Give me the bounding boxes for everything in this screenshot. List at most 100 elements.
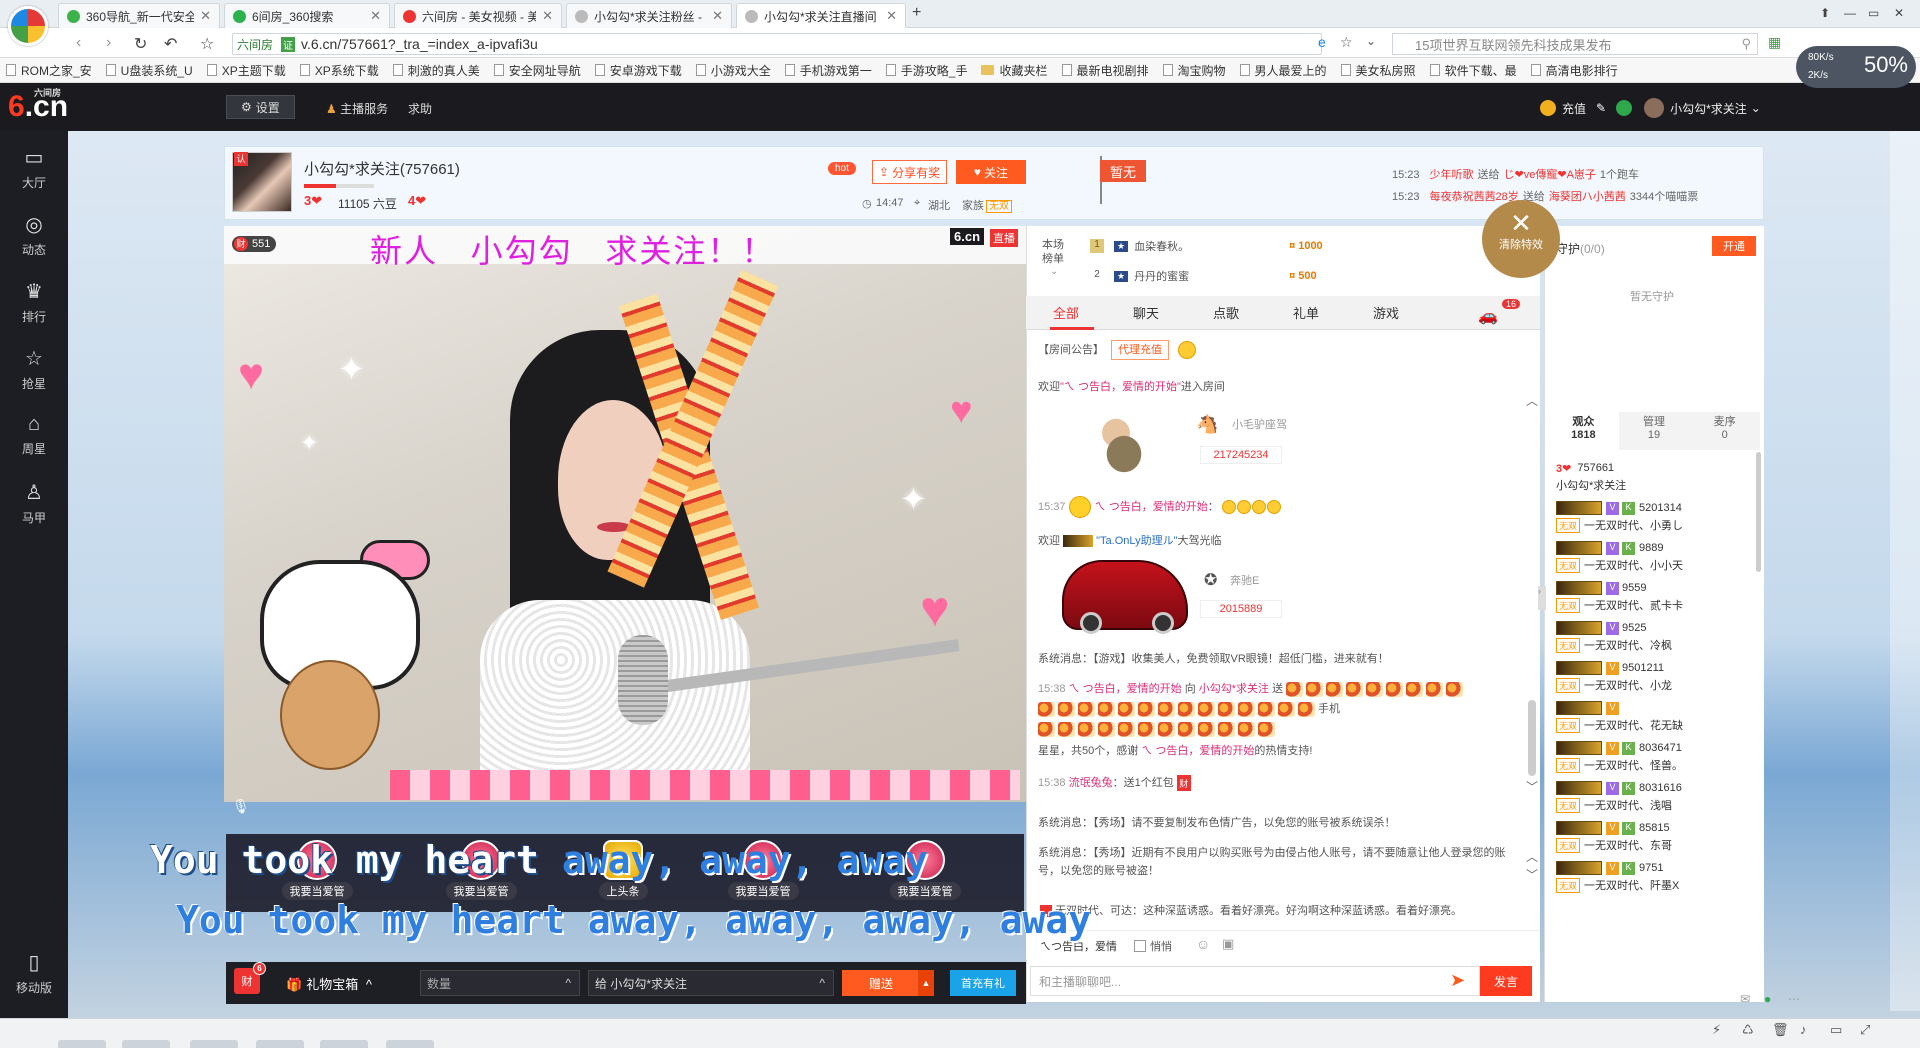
user-name[interactable]: 小勾勾*求关注 (1670, 100, 1747, 117)
bookmark-item[interactable]: 美女私房照 (1340, 62, 1416, 79)
zoom-icon[interactable]: ⤢ (1860, 1022, 1870, 1038)
audience-item[interactable]: V K 9751 无双 一无双时代、阡墨X (1556, 860, 1756, 894)
nav-item-0[interactable]: ▭ 大厅 (0, 135, 68, 201)
edit-icon[interactable]: ✎ (1596, 101, 1606, 115)
bookmark-item[interactable]: 安全网址导航 (493, 62, 581, 79)
gift-ticker-row[interactable]: 15:23 少年听歌 送给 じ❤ve傳寵❤A崽子 1个跑车 (1392, 166, 1639, 182)
ie-mode-icon[interactable]: e (1318, 34, 1326, 50)
taskbar-item[interactable] (58, 1040, 106, 1048)
network-speed-widget[interactable]: 80K/s 2K/s 50% (1796, 46, 1916, 88)
rank-row[interactable]: 2 ★ 丹丹的蜜蜜 ¤ 500 (1090, 268, 1316, 284)
nav-item-6[interactable]: ▯ 移动版 (0, 940, 68, 1006)
audience-item[interactable]: V 9501211 无双 一无双时代、小龙 (1556, 660, 1756, 694)
chat-tab-2[interactable]: 点歌 (1186, 303, 1266, 322)
bookmark-item[interactable]: 男人最爱上的 (1239, 62, 1327, 79)
taskbar-item[interactable] (256, 1040, 304, 1048)
mic-icon[interactable]: 🎙 (232, 798, 250, 815)
nav-item-5[interactable]: ♙ 马甲 (0, 470, 68, 536)
browser-logo-icon[interactable] (8, 6, 48, 46)
user-avatar[interactable] (1644, 98, 1665, 118)
chat-tab-1[interactable]: 聊天 (1106, 303, 1186, 322)
favorite-star-icon[interactable]: ☆ (1340, 34, 1353, 51)
user-menu-chevron-icon[interactable]: ⌄ (1751, 101, 1761, 115)
recharge-link[interactable]: 充值 (1562, 100, 1586, 117)
whisper-checkbox[interactable]: 悄悄 (1134, 938, 1172, 954)
chat-message-input[interactable]: 和主播聊聊吧... (1030, 966, 1480, 996)
audience-item[interactable]: V 9559 无双 一无双时代、贰卡卡 (1556, 580, 1756, 614)
fortune-badge[interactable]: 财 551 (232, 236, 277, 252)
back-icon[interactable]: ‹ (76, 34, 81, 52)
agent-recharge-button[interactable]: 代理充值 (1111, 340, 1170, 360)
open-guard-button[interactable]: 开通 (1712, 236, 1756, 256)
bookmark-item[interactable]: 手机游戏第一 (784, 62, 872, 79)
chevron-up-icon[interactable]: ︿ (1526, 392, 1538, 409)
bookmark-item[interactable]: 最新电视剧排 (1061, 62, 1149, 79)
undo-icon[interactable]: ↶ (164, 34, 177, 54)
browser-tab[interactable]: 小勾勾*求关注粉丝 - 小勾勾 ✕ (566, 3, 732, 28)
chevron-up-icon[interactable]: ^ (819, 976, 825, 990)
chevron-down-icon[interactable]: ﹀ (1526, 866, 1538, 883)
ticker-sender[interactable]: 每夜恭祝茜茜28岁 (1430, 191, 1519, 203)
more-icon[interactable]: ⋯ (1788, 992, 1800, 1006)
bookmark-item[interactable]: 高清电影排行 (1530, 62, 1618, 79)
bookmark-item[interactable]: 手游攻略_手 (885, 62, 967, 79)
chevron-up-icon[interactable]: ︿ (1526, 848, 1538, 865)
taskbar-item[interactable] (386, 1040, 434, 1048)
flash-icon[interactable]: ⚡ (1712, 1022, 1721, 1038)
cleanup-icon[interactable]: ♺ (1742, 1022, 1754, 1038)
msg-user-name[interactable]: ㄟ つ告白，爱情的开始 (1095, 501, 1208, 513)
ticker-sender[interactable]: 少年听歌 (1430, 169, 1474, 181)
browser-search-input[interactable]: 15项世界互联网领先科技成果发布 ⚲ (1392, 33, 1758, 55)
new-tab-icon[interactable]: + (912, 4, 921, 22)
chat-tab-0[interactable]: 全部 (1026, 303, 1106, 322)
mount-1-id[interactable]: 217245234 (1200, 446, 1282, 464)
msg-user-name[interactable]: ㄟ つ告白，爱情的开始 (1069, 683, 1182, 695)
clear-effects-button[interactable]: ✕ 清除特效 (1482, 200, 1560, 278)
bookmark-item[interactable]: XP系统下载 (299, 62, 379, 79)
family-area[interactable]: 家族 无双 (962, 197, 1012, 213)
browser-tab[interactable]: 6间房_360搜索 ✕ (224, 3, 390, 28)
msg-user-name[interactable]: 流氓兔兔 (1069, 777, 1113, 789)
ticker-receiver[interactable]: 海葵团ハ小茜茜 (1549, 191, 1626, 203)
window-icon[interactable]: ▭ (1830, 1022, 1842, 1038)
minimize-icon[interactable]: — (1844, 6, 1856, 20)
msg-recipient-name[interactable]: 小勾勾*求关注 (1199, 683, 1269, 695)
close-tab-icon[interactable]: ✕ (370, 8, 381, 24)
search-icon[interactable]: ⚲ (1741, 36, 1751, 52)
audience-item[interactable]: V 无双 一无双时代、花无缺 (1556, 700, 1756, 734)
volume-icon[interactable]: ♪ (1800, 1022, 1807, 1037)
fortune-gift-button[interactable]: 财 6 (234, 962, 266, 994)
share-button[interactable]: ⇪ 分享有奖 (872, 160, 948, 184)
bookmark-item[interactable]: ROM之家_安 (6, 62, 92, 79)
anchor-service-link[interactable]: ♟ 主播服务 (326, 100, 388, 117)
rank-expand-icon[interactable]: ⌄ (1050, 266, 1058, 277)
chat-scrollbar[interactable] (1528, 700, 1536, 776)
close-tab-icon[interactable]: ✕ (542, 8, 553, 24)
apps-grid-icon[interactable]: ▦ (1768, 34, 1781, 51)
bookmark-item[interactable]: XP主题下载 (206, 62, 286, 79)
close-tab-icon[interactable]: ✕ (886, 8, 897, 24)
audience-item[interactable]: V K 5201314 无双 一无双时代、小勇し (1556, 500, 1756, 534)
car-icon[interactable]: 🚗 (1478, 306, 1498, 326)
checkbox-icon[interactable] (1134, 940, 1146, 952)
rank-row[interactable]: 1 ★ 血染春秋。 ¤ 1000 (1090, 238, 1323, 254)
close-window-icon[interactable]: ✕ (1894, 6, 1904, 20)
bookmark-item[interactable]: U盘装系统_U (105, 62, 193, 79)
close-tab-icon[interactable]: ✕ (712, 8, 723, 24)
chevron-up-icon[interactable]: ^ (565, 976, 571, 990)
audience-item[interactable]: V K 9889 无双 一无双时代、小小天 (1556, 540, 1756, 574)
url-dropdown-icon[interactable]: ⌄ (1366, 34, 1376, 48)
taskbar-item[interactable] (190, 1040, 238, 1048)
gift-ticker-row[interactable]: 15:23 每夜恭祝茜茜28岁 送给 海葵团ハ小茜茜 3344个喵喵票 (1392, 188, 1698, 204)
first-recharge-button[interactable]: 首充有礼 (950, 970, 1016, 996)
image-upload-icon[interactable]: ▣ (1222, 936, 1234, 952)
pin-icon[interactable]: ⬆ (1820, 6, 1830, 20)
chevron-down-icon[interactable]: ﹀ (1526, 778, 1538, 795)
chat-tab-3[interactable]: 礼单 (1266, 303, 1346, 322)
audience-item[interactable]: V K 8031616 无双 一无双时代、浅唱 (1556, 780, 1756, 814)
audience-tab-2[interactable]: 麦序 0 (1689, 412, 1760, 450)
help-link[interactable]: 求助 (408, 100, 432, 117)
send-message-button[interactable]: 发言 (1480, 966, 1532, 996)
thanks-user-name[interactable]: ㄟ つ告白，爱情的开始 (1141, 745, 1254, 757)
chat-tab-4[interactable]: 游戏 (1346, 303, 1426, 322)
